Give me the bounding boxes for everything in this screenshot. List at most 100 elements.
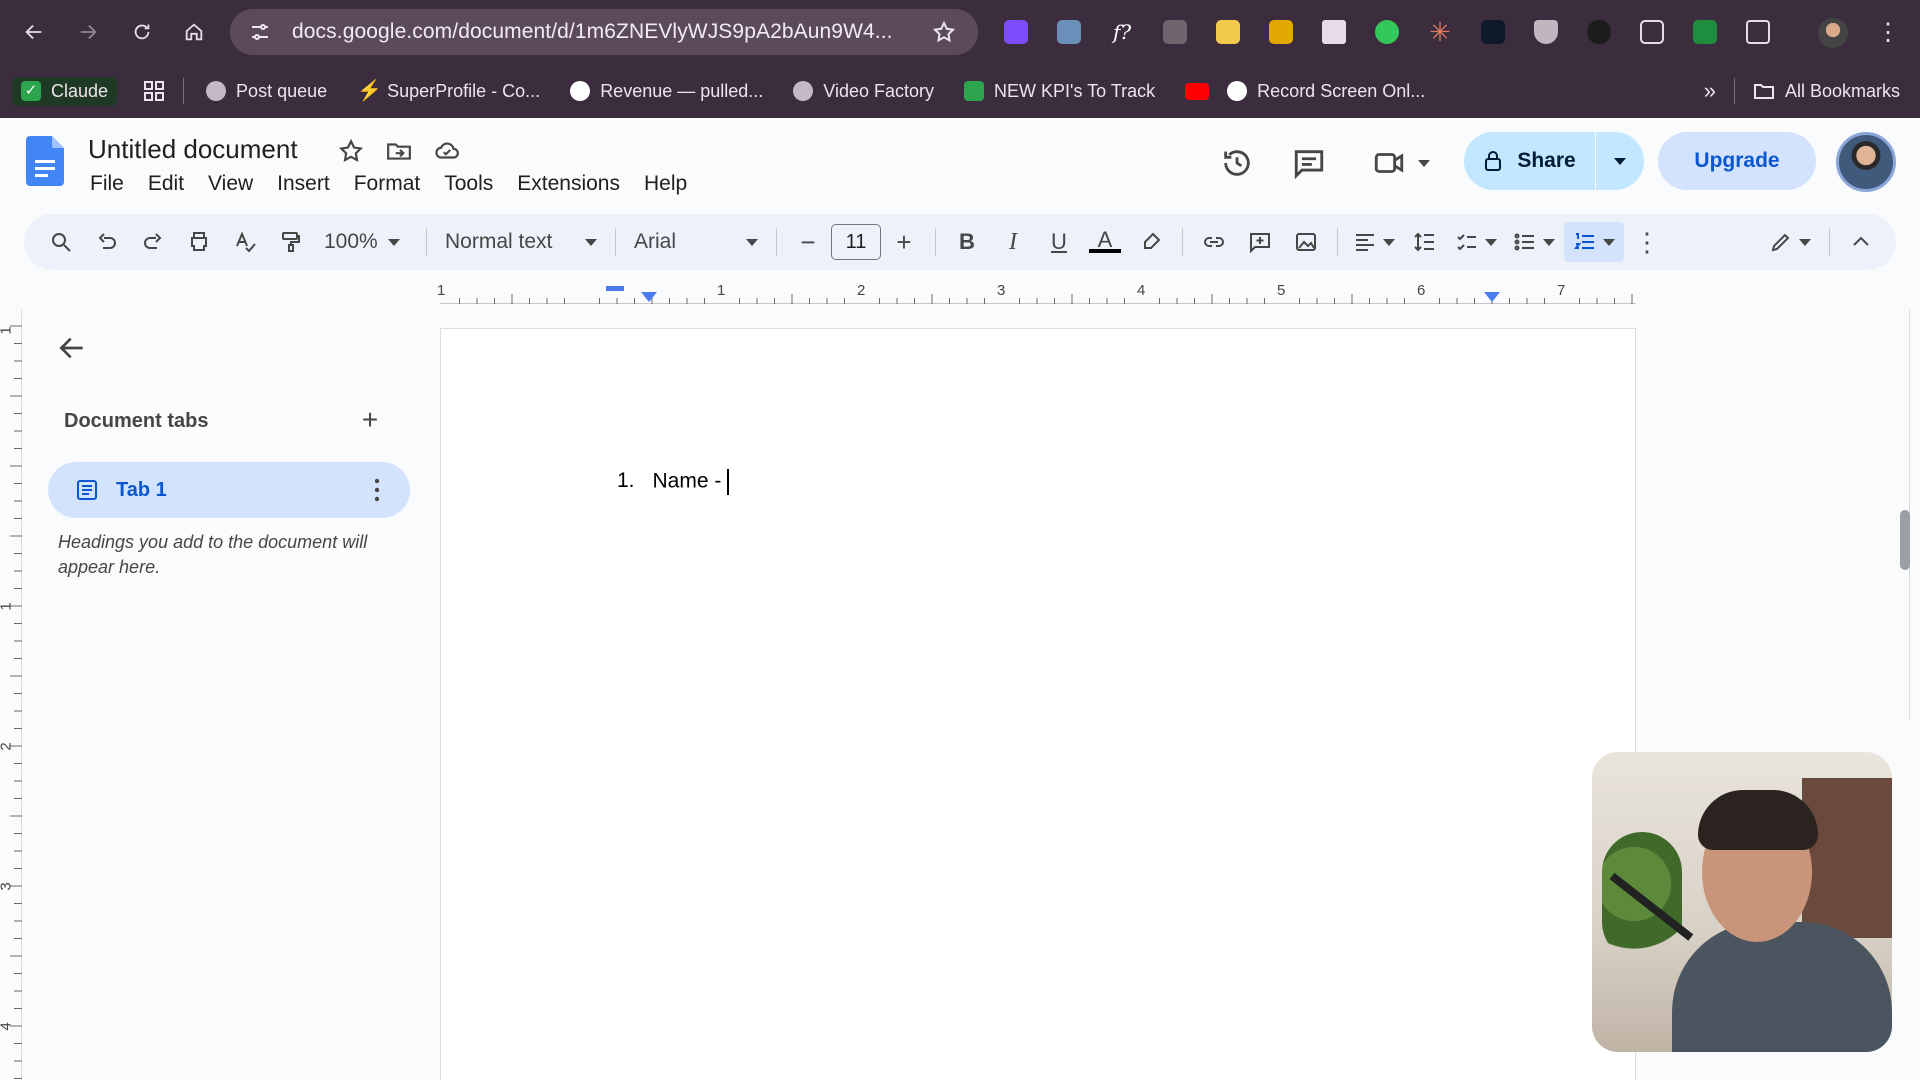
bookmark-star-icon[interactable] bbox=[932, 20, 956, 44]
document-title[interactable]: Untitled document bbox=[88, 134, 298, 165]
d-extension-icon[interactable] bbox=[1000, 12, 1032, 52]
shield-extension-icon[interactable] bbox=[1530, 12, 1562, 52]
paragraph-style-select[interactable]: Normal text bbox=[435, 222, 607, 262]
version-history-icon[interactable] bbox=[1220, 146, 1254, 180]
spellcheck-icon[interactable] bbox=[222, 222, 268, 262]
menu-format[interactable]: Format bbox=[354, 172, 421, 196]
menu-help[interactable]: Help bbox=[644, 172, 687, 196]
bookmark-superprofile[interactable]: ⚡ SuperProfile - Co... bbox=[357, 81, 540, 102]
bracket-extension-icon[interactable] bbox=[1477, 12, 1509, 52]
meet-icon[interactable] bbox=[1372, 146, 1406, 180]
scrollbar-thumb[interactable] bbox=[1900, 510, 1910, 570]
address-bar[interactable]: docs.google.com/document/d/1m6ZNEVlyWJS9… bbox=[230, 9, 978, 55]
checklist-icon[interactable] bbox=[1448, 222, 1504, 262]
search-menus-icon[interactable] bbox=[38, 222, 84, 262]
site-settings-icon[interactable] bbox=[248, 20, 272, 44]
reload-icon[interactable] bbox=[122, 12, 162, 52]
tab-item-1[interactable]: Tab 1 bbox=[48, 462, 410, 518]
toolbar-divider bbox=[1829, 228, 1830, 256]
left-indent-marker[interactable] bbox=[641, 292, 657, 302]
menu-file[interactable]: File bbox=[90, 172, 124, 196]
folder-extension-icon[interactable] bbox=[1265, 12, 1297, 52]
highlight-color-icon[interactable] bbox=[1128, 222, 1174, 262]
add-comment-icon[interactable] bbox=[1237, 222, 1283, 262]
zoom-select[interactable]: 100% bbox=[314, 222, 418, 262]
numbered-list-icon[interactable] bbox=[1564, 222, 1624, 262]
chart-extension-icon[interactable] bbox=[1212, 12, 1244, 52]
share-button[interactable]: Share bbox=[1464, 132, 1596, 190]
line-spacing-icon[interactable] bbox=[1402, 222, 1448, 262]
back-icon[interactable] bbox=[14, 12, 54, 52]
fx-extension-icon[interactable]: f? bbox=[1106, 12, 1138, 52]
star-icon[interactable] bbox=[338, 138, 364, 164]
apps-grid-icon[interactable] bbox=[143, 80, 165, 102]
bookmark-youtube[interactable] bbox=[1185, 82, 1210, 100]
underline-icon[interactable]: U bbox=[1036, 222, 1082, 262]
document-page[interactable]: 1. Name - bbox=[440, 328, 1636, 1080]
vertical-ruler[interactable]: 1 1 2 3 4 bbox=[0, 310, 22, 1080]
bookmark-record-screen[interactable]: Record Screen Onl... bbox=[1227, 81, 1425, 102]
font-family-select[interactable]: Arial bbox=[624, 222, 768, 262]
more-options-icon[interactable]: ⋮ bbox=[1624, 222, 1670, 262]
forward-icon[interactable] bbox=[68, 12, 108, 52]
meet-dropdown-caret[interactable] bbox=[1418, 160, 1430, 167]
eye-extension-icon[interactable] bbox=[1371, 12, 1403, 52]
align-left-icon[interactable] bbox=[1346, 222, 1402, 262]
numbered-list-item[interactable]: 1. Name - bbox=[617, 469, 730, 495]
collapse-menus-icon[interactable] bbox=[1838, 222, 1884, 262]
all-bookmarks-button[interactable]: All Bookmarks bbox=[1753, 81, 1900, 102]
decrease-font-size-icon[interactable]: − bbox=[785, 222, 831, 262]
print-icon[interactable] bbox=[176, 222, 222, 262]
account-avatar[interactable] bbox=[1836, 132, 1896, 192]
upgrade-button[interactable]: Upgrade bbox=[1658, 132, 1816, 190]
chrome-menu-icon[interactable]: ⋮ bbox=[1876, 18, 1900, 48]
add-tab-button[interactable]: + bbox=[356, 406, 384, 434]
bookmark-claude[interactable]: ✓ Claude bbox=[12, 76, 118, 106]
move-folder-icon[interactable] bbox=[386, 138, 412, 164]
insert-link-icon[interactable] bbox=[1191, 222, 1237, 262]
home-icon[interactable] bbox=[174, 12, 214, 52]
first-line-indent-marker[interactable] bbox=[606, 286, 624, 291]
font-size-input[interactable]: 11 bbox=[831, 224, 881, 260]
editing-mode-icon[interactable] bbox=[1759, 222, 1821, 262]
camera-extension-icon[interactable] bbox=[1159, 12, 1191, 52]
menu-edit[interactable]: Edit bbox=[148, 172, 184, 196]
comments-icon[interactable] bbox=[1292, 146, 1326, 180]
undo-icon[interactable] bbox=[84, 222, 130, 262]
asterisk-extension-icon[interactable]: ✳ bbox=[1424, 12, 1456, 52]
cloud-saved-icon[interactable] bbox=[434, 138, 460, 164]
tab-more-icon[interactable] bbox=[374, 477, 380, 503]
bookmark-label: Post queue bbox=[236, 80, 328, 101]
share-dropdown-button[interactable] bbox=[1596, 132, 1644, 190]
increase-font-size-icon[interactable]: + bbox=[881, 222, 927, 262]
menu-tools[interactable]: Tools bbox=[444, 172, 493, 196]
printer-extension-icon[interactable] bbox=[1318, 12, 1350, 52]
image-extension-icon[interactable] bbox=[1053, 12, 1085, 52]
eye-off-extension-icon[interactable] bbox=[1583, 12, 1615, 52]
right-indent-marker[interactable] bbox=[1484, 292, 1500, 302]
italic-icon[interactable]: I bbox=[990, 222, 1036, 262]
back-arrow-icon[interactable] bbox=[56, 332, 88, 364]
text-color-icon[interactable]: A bbox=[1082, 222, 1128, 262]
bookmark-kpi[interactable]: NEW KPI's To Track bbox=[964, 81, 1155, 102]
bulleted-list-icon[interactable] bbox=[1504, 222, 1564, 262]
docs-logo-icon[interactable] bbox=[26, 136, 64, 186]
profile-avatar[interactable] bbox=[1818, 18, 1848, 48]
bookmark-video-factory[interactable]: Video Factory bbox=[793, 81, 934, 102]
insert-image-icon[interactable] bbox=[1283, 222, 1329, 262]
sheet-extension-icon[interactable] bbox=[1689, 12, 1721, 52]
bookmark-revenue[interactable]: Revenue — pulled... bbox=[570, 81, 763, 102]
paint-format-icon[interactable] bbox=[268, 222, 314, 262]
puzzle-extension-icon[interactable] bbox=[1742, 12, 1774, 52]
horizontal-ruler[interactable]: 1 1 2 3 4 5 6 7 bbox=[437, 282, 1636, 304]
bold-icon[interactable]: B bbox=[944, 222, 990, 262]
more-bookmarks-icon[interactable]: » bbox=[1704, 78, 1716, 104]
menu-extensions[interactable]: Extensions bbox=[517, 172, 620, 196]
menu-insert[interactable]: Insert bbox=[277, 172, 330, 196]
all-bookmarks-label: All Bookmarks bbox=[1784, 80, 1900, 101]
menu-view[interactable]: View bbox=[208, 172, 253, 196]
bookmark-post-queue[interactable]: Post queue bbox=[206, 81, 327, 102]
robot-extension-icon[interactable] bbox=[1636, 12, 1668, 52]
redo-icon[interactable] bbox=[130, 222, 176, 262]
toolbar-divider bbox=[776, 228, 777, 256]
